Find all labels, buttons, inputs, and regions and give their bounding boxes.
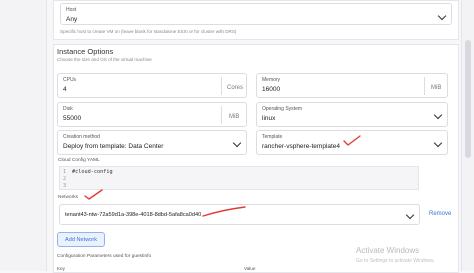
page: Host Any Specific host to create VM on (… xyxy=(0,0,474,273)
activate-windows-subtitle: Go to Settings to activate Windows. xyxy=(356,258,435,264)
activate-windows-watermark: Activate Windows xyxy=(356,246,420,255)
annotation-underline xyxy=(202,206,246,217)
annotation-check-mark xyxy=(84,189,103,200)
annotation-check-mark xyxy=(343,135,361,146)
annotation-overlay xyxy=(84,135,361,217)
